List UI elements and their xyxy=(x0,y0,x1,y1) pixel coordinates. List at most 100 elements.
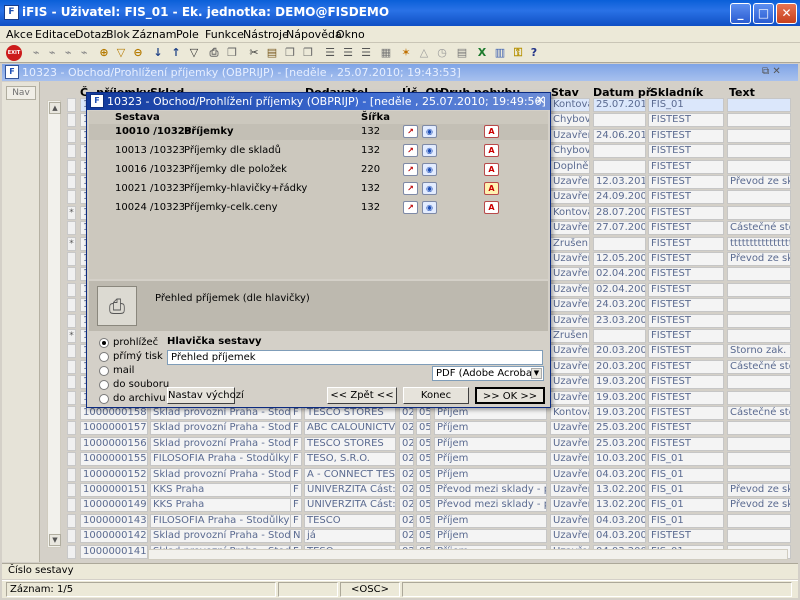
cell-text[interactable] xyxy=(727,421,791,435)
cell-cislo[interactable]: 1000000141 xyxy=(80,545,148,559)
excel-icon[interactable]: X xyxy=(474,45,490,61)
menu-item-3[interactable]: Blok xyxy=(106,28,130,41)
cell-sklad[interactable]: Sklad provozní Praha - Stodůlky xyxy=(150,437,300,451)
cell-skladnik[interactable]: FIS_01 xyxy=(648,498,724,512)
cell-datum[interactable]: 24.09.2009 xyxy=(593,190,646,204)
cell-stav[interactable]: Uzavřen xyxy=(550,421,590,435)
cell-flag[interactable]: N xyxy=(290,529,302,543)
cell-stav[interactable]: Uzavřen xyxy=(550,221,590,235)
cell-skladnik[interactable]: FISTEST xyxy=(648,344,724,358)
cell-sklad[interactable]: FILOSOFIA Praha - Stodůlky xyxy=(150,514,300,528)
cell-flag[interactable]: F xyxy=(290,452,302,466)
cell-stav[interactable]: Kontová xyxy=(550,206,590,220)
cell-text[interactable] xyxy=(727,144,791,158)
cell-datum[interactable]: 19.03.2009 xyxy=(593,375,646,389)
cell-stav[interactable]: Uzavřen xyxy=(550,375,590,389)
pdf-icon[interactable]: A xyxy=(484,163,499,176)
cell-stav[interactable]: Uzavřen xyxy=(550,498,590,512)
cell-datum[interactable]: 25.03.2009 xyxy=(593,437,646,451)
cell-datum[interactable]: 13.02.2008 xyxy=(593,483,646,497)
cell-text[interactable]: Převod ze sklac xyxy=(727,498,791,512)
cell-druh[interactable]: Příjem xyxy=(434,452,547,466)
cell-druh[interactable]: Příjem xyxy=(434,529,547,543)
cell-stav[interactable]: Chybový xyxy=(550,144,590,158)
cell-stav[interactable]: Uzavřen xyxy=(550,314,590,328)
cell-text[interactable] xyxy=(727,98,791,112)
cell-skladnik[interactable]: FISTEST xyxy=(648,221,724,235)
cell-datum[interactable]: 19.03.2009 xyxy=(593,391,646,405)
cell-skladnik[interactable]: FISTEST xyxy=(648,360,724,374)
cell-dodavatel[interactable]: A - CONNECT TEST UNI xyxy=(304,468,396,482)
cell-sklad[interactable]: KKS Praha xyxy=(150,483,300,497)
cell-stav[interactable]: Uzavřen xyxy=(550,129,590,143)
sort-desc-icon[interactable]: ↑ xyxy=(168,45,184,61)
menu-item-4[interactable]: Záznam xyxy=(132,28,176,41)
cell-text[interactable] xyxy=(727,160,791,174)
cell-text[interactable] xyxy=(727,298,791,312)
sort-asc-icon[interactable]: ↓ xyxy=(150,45,166,61)
close-button[interactable]: ✕ xyxy=(776,3,797,24)
cell-druh[interactable]: Příjem xyxy=(434,421,547,435)
cell-text[interactable]: Převod ze sklac xyxy=(727,483,791,497)
menu-item-2[interactable]: Dotaz xyxy=(75,28,107,41)
globe-icon[interactable]: ◉ xyxy=(422,182,437,195)
cell-datum[interactable]: 04.03.2008 xyxy=(593,514,646,528)
copy-icon[interactable]: ❐ xyxy=(224,45,240,61)
cell-text[interactable] xyxy=(727,314,791,328)
minimize-button[interactable]: _ xyxy=(730,3,751,24)
cell-skladnik[interactable]: FISTEST xyxy=(648,175,724,189)
cell-ob[interactable]: 05 xyxy=(416,406,431,420)
cell-skladnik[interactable]: FISTEST xyxy=(648,190,724,204)
nav-button[interactable]: Nav xyxy=(6,86,36,100)
cell-cislo[interactable]: 1000000155 xyxy=(80,452,148,466)
cell-datum[interactable]: 19.03.2009 xyxy=(593,406,646,420)
output-radio-2[interactable] xyxy=(99,366,109,376)
cell-druh[interactable]: Příjem xyxy=(434,468,547,482)
cell-skladnik[interactable]: FISTEST xyxy=(648,267,724,281)
report-row[interactable]: 10010 /10323 Příjemky 132 ↗ ◉ A xyxy=(89,124,548,140)
cell-datum[interactable]: 27.07.2009 xyxy=(593,221,646,235)
cell-text[interactable]: ttttttttttttttttttttt xyxy=(727,237,791,251)
cell-datum[interactable]: 04.03.2008 xyxy=(593,529,646,543)
pdf-icon[interactable]: A xyxy=(484,125,499,138)
cell-skladnik[interactable]: FISTEST xyxy=(648,437,724,451)
cell-flag[interactable]: F xyxy=(290,483,302,497)
report-row[interactable]: 10021 /10323 Příjemky-hlavičky+řádky 132 ↗ ◉… xyxy=(89,181,548,197)
cell-cislo[interactable]: 1000000143 xyxy=(80,514,148,528)
cell-stav[interactable]: Zrušen xyxy=(550,237,590,251)
list-icon[interactable]: ☰ xyxy=(358,45,374,61)
cell-skladnik[interactable]: FISTEST xyxy=(648,129,724,143)
cell-skladnik[interactable]: FISTEST xyxy=(648,375,724,389)
cell-datum[interactable]: 24.06.2010 xyxy=(593,129,646,143)
cell-skladnik[interactable]: FISTEST xyxy=(648,421,724,435)
cell-text[interactable] xyxy=(727,437,791,451)
cell-flag[interactable]: F xyxy=(290,406,302,420)
cell-sklad[interactable]: FILOSOFIA Praha - Stodůlky xyxy=(150,452,300,466)
funnel-icon[interactable]: ▽ xyxy=(186,45,202,61)
cell-skladnik[interactable]: FISTEST xyxy=(648,237,724,251)
copy-icon[interactable]: ❐ xyxy=(282,45,298,61)
cell-skladnik[interactable]: FISTEST xyxy=(648,113,724,127)
cell-stav[interactable]: Uzavřen xyxy=(550,437,590,451)
pin-icon[interactable]: ⌁ xyxy=(60,45,76,61)
pin-icon[interactable]: ⌁ xyxy=(44,45,60,61)
cell-text[interactable] xyxy=(727,190,791,204)
cell-stav[interactable]: Uzavřen xyxy=(550,360,590,374)
cell-text[interactable] xyxy=(727,375,791,389)
chevron-down-icon[interactable]: ▼ xyxy=(531,368,542,379)
cell-skladnik[interactable]: FISTEST xyxy=(648,406,724,420)
cell-text[interactable]: Částečné storno xyxy=(727,221,791,235)
cell-skladnik[interactable]: FISTEST xyxy=(648,252,724,266)
cell-datum[interactable]: 02.04.2009 xyxy=(593,267,646,281)
menu-item-5[interactable]: Pole xyxy=(176,28,199,41)
cell-cislo[interactable]: 1000000142 xyxy=(80,529,148,543)
cell-cislo[interactable]: 1000000157 xyxy=(80,421,148,435)
filter-add-icon[interactable]: ⊕ xyxy=(96,45,112,61)
cell-ucet[interactable]: 02 xyxy=(399,452,414,466)
report-row[interactable]: 10024 /10323 Příjemky-celk.ceny 132 ↗ ◉ A xyxy=(89,200,548,216)
cell-skladnik[interactable]: FISTEST xyxy=(648,144,724,158)
cell-skladnik[interactable]: FIS_01 xyxy=(648,483,724,497)
cell-datum[interactable]: 23.03.2009 xyxy=(593,314,646,328)
cell-text[interactable]: Převod ze sklac xyxy=(727,252,791,266)
maximize-button[interactable]: □ xyxy=(753,3,774,24)
